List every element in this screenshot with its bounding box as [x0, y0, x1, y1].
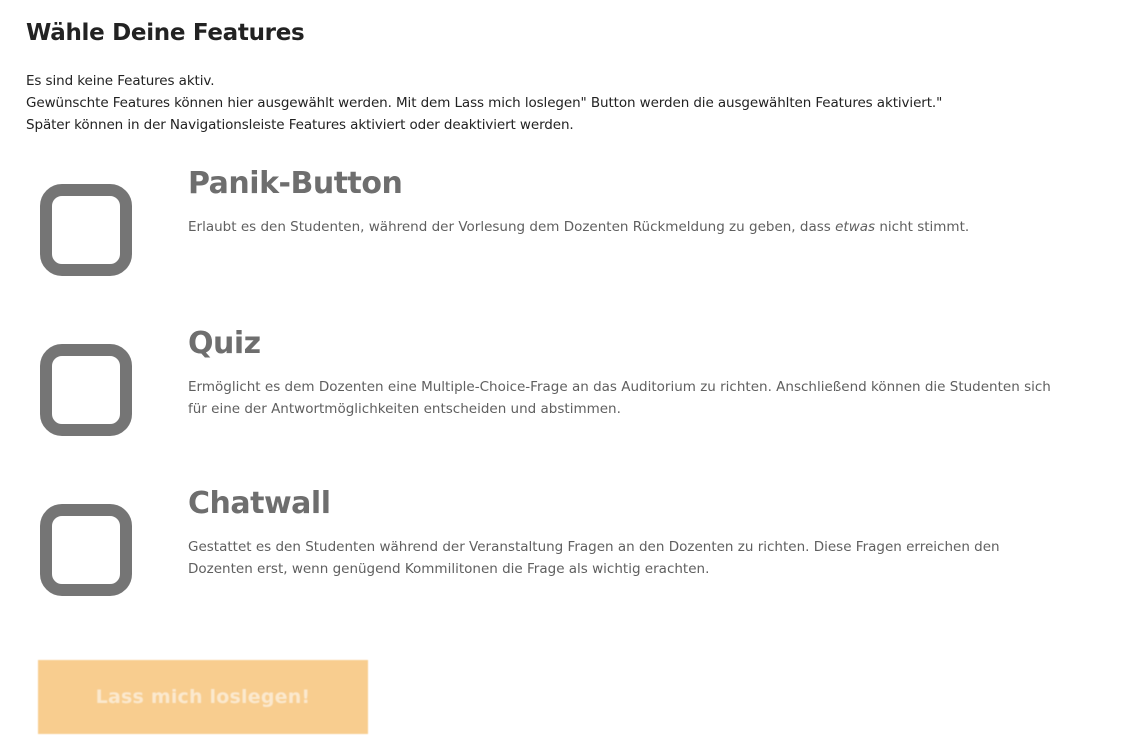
- feature-chatwall: Chatwall Gestattet es den Studenten währ…: [26, 486, 1137, 646]
- intro-text: Es sind keine Features aktiv. Gewünschte…: [26, 70, 1137, 136]
- feature-title: Chatwall: [188, 486, 331, 521]
- page-title: Wähle Deine Features: [26, 20, 305, 46]
- panik-button-checkbox[interactable]: [40, 184, 132, 276]
- feature-description-part: Erlaubt es den Studenten, während der Vo…: [188, 219, 836, 235]
- feature-list: Panik-Button Erlaubt es den Studenten, w…: [26, 166, 1137, 646]
- feature-title: Panik-Button: [188, 166, 403, 201]
- intro-status: Es sind keine Features aktiv.: [26, 73, 215, 89]
- intro-instructions: Gewünschte Features können hier ausgewäh…: [26, 95, 943, 111]
- start-button[interactable]: Lass mich loslegen!: [38, 660, 368, 734]
- feature-text: Chatwall Gestattet es den Studenten währ…: [188, 486, 1088, 580]
- feature-selection-page: Wähle Deine Features Es sind keine Featu…: [0, 0, 1137, 738]
- chatwall-checkbox[interactable]: [40, 504, 132, 596]
- feature-description: Erlaubt es den Studenten, während der Vo…: [188, 216, 1058, 238]
- feature-panik-button: Panik-Button Erlaubt es den Studenten, w…: [26, 166, 1137, 326]
- intro-navigation-hint: Später können in der Navigationsleiste F…: [26, 117, 574, 133]
- feature-description: Ermöglicht es dem Dozenten eine Multiple…: [188, 379, 1051, 417]
- quiz-checkbox[interactable]: [40, 344, 132, 436]
- feature-text: Quiz Ermöglicht es dem Dozenten eine Mul…: [188, 326, 1088, 420]
- feature-quiz: Quiz Ermöglicht es dem Dozenten eine Mul…: [26, 326, 1137, 486]
- feature-text: Panik-Button Erlaubt es den Studenten, w…: [188, 166, 1088, 238]
- feature-description-part: nicht stimmt.: [875, 219, 970, 235]
- feature-description-emphasis: etwas: [835, 219, 876, 235]
- feature-title: Quiz: [188, 326, 261, 361]
- feature-description: Gestattet es den Studenten während der V…: [188, 539, 1000, 577]
